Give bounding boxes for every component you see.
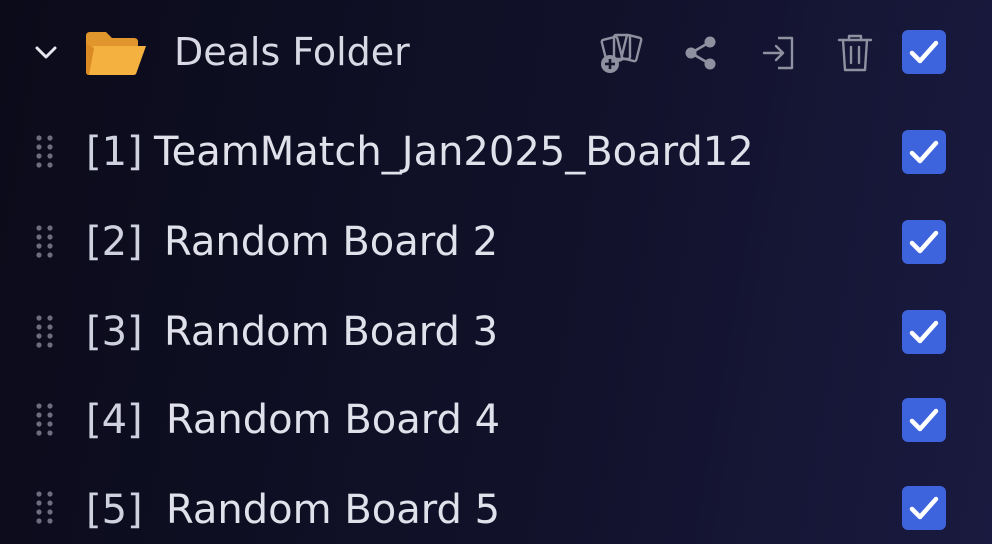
drag-handle-icon[interactable] bbox=[34, 402, 56, 436]
board-label[interactable]: Random Board 4 bbox=[166, 396, 500, 444]
add-deal-icon[interactable] bbox=[598, 30, 644, 76]
board-row[interactable]: [5] Random Board 5 bbox=[0, 454, 992, 544]
board-index: [3] bbox=[86, 309, 143, 355]
checkmark-icon bbox=[909, 496, 939, 520]
board-checkbox[interactable] bbox=[902, 310, 946, 354]
drag-handle-icon[interactable] bbox=[34, 134, 56, 168]
chevron-down-icon[interactable] bbox=[32, 40, 60, 64]
drag-handle-icon[interactable] bbox=[34, 224, 56, 258]
board-row[interactable]: [1] TeamMatch_Jan2025_Board12 bbox=[0, 108, 992, 198]
board-label[interactable]: TeamMatch_Jan2025_Board12 bbox=[154, 128, 754, 176]
board-label[interactable]: Random Board 2 bbox=[164, 218, 498, 266]
checkmark-icon bbox=[909, 230, 939, 254]
board-index: [2] bbox=[86, 219, 143, 265]
checkmark-icon bbox=[909, 40, 939, 64]
folder-name[interactable]: Deals Folder bbox=[174, 28, 410, 76]
board-index: [4] bbox=[86, 397, 143, 443]
board-row[interactable]: [4] Random Board 4 bbox=[0, 376, 992, 466]
board-row[interactable]: [3] Random Board 3 bbox=[0, 288, 992, 378]
checkmark-icon bbox=[909, 408, 939, 432]
share-icon[interactable] bbox=[678, 30, 724, 76]
checkmark-icon bbox=[909, 140, 939, 164]
folder-header[interactable]: Deals Folder bbox=[0, 0, 992, 104]
board-row[interactable]: [2] Random Board 2 bbox=[0, 198, 992, 288]
folder-icon bbox=[84, 30, 148, 76]
board-label[interactable]: Random Board 3 bbox=[164, 308, 498, 356]
drag-handle-icon[interactable] bbox=[34, 490, 56, 524]
board-index: [5] bbox=[86, 487, 143, 533]
folder-checkbox[interactable] bbox=[902, 30, 946, 74]
export-icon[interactable] bbox=[756, 30, 802, 76]
board-index: [1] bbox=[86, 129, 143, 175]
board-label[interactable]: Random Board 5 bbox=[166, 486, 500, 534]
trash-icon[interactable] bbox=[832, 30, 878, 76]
drag-handle-icon[interactable] bbox=[34, 314, 56, 348]
board-checkbox[interactable] bbox=[902, 220, 946, 264]
board-checkbox[interactable] bbox=[902, 486, 946, 530]
board-checkbox[interactable] bbox=[902, 398, 946, 442]
checkmark-icon bbox=[909, 320, 939, 344]
board-checkbox[interactable] bbox=[902, 130, 946, 174]
